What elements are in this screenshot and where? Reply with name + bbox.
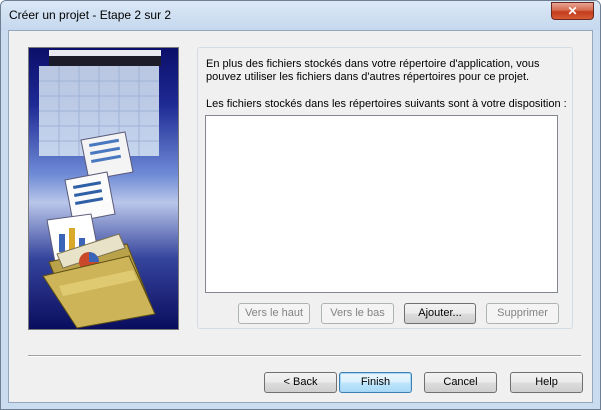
add-button[interactable]: Ajouter... [404, 303, 476, 324]
remove-button[interactable]: Supprimer [486, 303, 559, 324]
wizard-illustration [28, 47, 179, 330]
info-text: En plus des fichiers stockés dans votre … [206, 58, 540, 83]
title-bar[interactable]: Créer un projet - Etape 2 sur 2 ✕ [1, 1, 600, 30]
directories-list[interactable] [205, 115, 558, 293]
close-button[interactable]: ✕ [551, 2, 594, 20]
folder-charts-illustration [39, 50, 161, 329]
back-button[interactable]: < Back [264, 372, 337, 393]
dialog-window: Créer un projet - Etape 2 sur 2 ✕ En plu… [0, 0, 601, 410]
cancel-button[interactable]: Cancel [424, 372, 497, 393]
finish-button[interactable]: Finish [339, 372, 412, 393]
dialog-client-area: En plus des fichiers stockés dans votre … [8, 30, 593, 403]
close-icon: ✕ [567, 4, 578, 18]
help-button[interactable]: Help [510, 372, 583, 393]
directories-list-label: Les fichiers stockés dans les répertoire… [206, 98, 567, 110]
footer-separator [28, 355, 581, 357]
window-title: Créer un projet - Etape 2 sur 2 [9, 8, 172, 22]
move-down-button[interactable]: Vers le bas [321, 303, 394, 324]
move-up-button[interactable]: Vers le haut [238, 303, 310, 324]
